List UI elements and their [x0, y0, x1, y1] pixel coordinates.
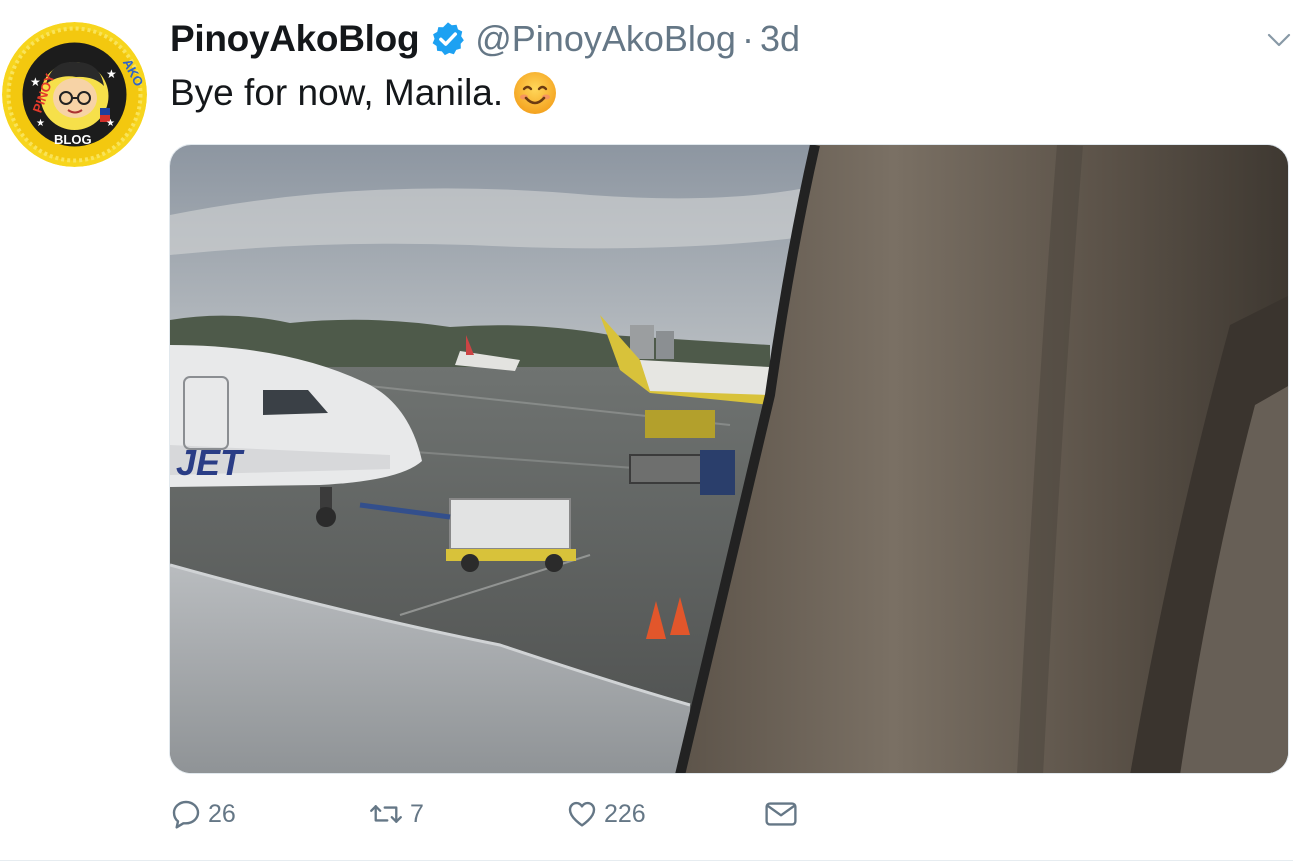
retweet-button[interactable]: 7	[368, 793, 424, 835]
smiling-face-icon	[513, 71, 557, 115]
svg-text:★: ★	[106, 67, 117, 81]
user-handle[interactable]: @PinoyAkoBlog	[475, 18, 736, 60]
tweet-actions: 26 7 226	[170, 793, 870, 835]
like-count: 226	[604, 799, 646, 828]
tweet-photo[interactable]: JET	[169, 144, 1289, 774]
tweet-timestamp[interactable]: 3d	[760, 18, 800, 60]
svg-text:★: ★	[36, 118, 45, 129]
fuselage-text: JET	[176, 442, 245, 483]
tweet-body: Bye for now, Manila.	[170, 72, 504, 113]
separator-dot: ·	[741, 18, 754, 59]
heart-icon	[566, 798, 598, 830]
avatar[interactable]: ★ ★ ★ ★ PINOY AKO BLOG	[2, 22, 147, 167]
retweet-icon	[368, 798, 404, 830]
tweet-text: Bye for now, Manila.	[170, 68, 557, 118]
tweet-card[interactable]: ★ ★ ★ ★ PINOY AKO BLOG PinoyAkoBlog @Pin…	[0, 0, 1293, 867]
reply-button[interactable]: 26	[170, 793, 236, 835]
direct-message-button[interactable]	[764, 793, 798, 835]
verified-badge-icon	[429, 20, 467, 58]
tweet-header: PinoyAkoBlog @PinoyAkoBlog · 3d	[170, 16, 800, 62]
envelope-icon	[764, 798, 798, 830]
like-button[interactable]: 226	[566, 793, 646, 835]
reply-count: 26	[208, 799, 236, 828]
avatar-label-bottom: BLOG	[54, 132, 92, 147]
reply-icon	[170, 798, 202, 830]
tweet-divider	[0, 860, 1293, 861]
chevron-down-icon[interactable]	[1266, 30, 1292, 50]
retweet-count: 7	[410, 799, 424, 828]
display-name[interactable]: PinoyAkoBlog	[170, 18, 420, 60]
svg-text:★: ★	[106, 118, 115, 129]
